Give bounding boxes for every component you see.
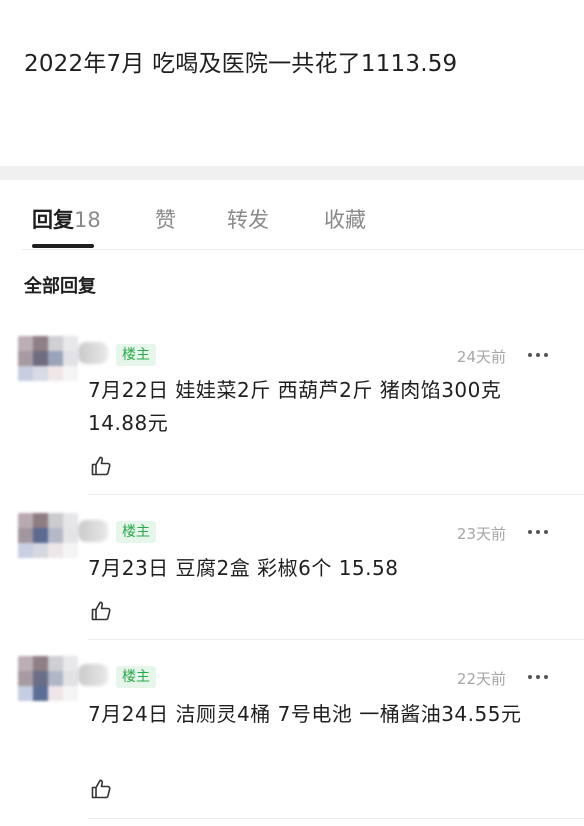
reply-content: 7月24日 洁厕灵4桶 7号电池 一桶酱油34.55元 (88, 702, 522, 726)
op-badge: 楼主 (116, 344, 156, 366)
thumbs-up-icon[interactable] (90, 454, 114, 478)
post-title: 2022年7月 吃喝及医院一共花了1113.59 (24, 51, 458, 77)
more-horizontal-icon[interactable] (526, 527, 550, 537)
op-badge: 楼主 (116, 521, 156, 543)
reply-time: 22天前 (456, 670, 506, 688)
section-separator (0, 166, 584, 180)
tab-reposts[interactable]: 转发 (227, 204, 269, 234)
section-title: 全部回复 (24, 276, 96, 297)
active-tab-indicator (32, 244, 94, 248)
username-blurred[interactable] (78, 520, 108, 542)
reply-divider (88, 639, 584, 640)
tab-replies-count: 18 (74, 208, 101, 232)
tab-bar: 回复18 赞 转发 收藏 (0, 180, 584, 250)
reply-divider (88, 494, 584, 495)
tab-replies[interactable]: 回复18 (32, 204, 101, 234)
op-badge: 楼主 (116, 666, 156, 688)
thumbs-up-icon[interactable] (90, 599, 114, 623)
reply-time: 23天前 (456, 525, 506, 543)
reply-time: 24天前 (456, 348, 506, 366)
tab-favorites[interactable]: 收藏 (324, 204, 366, 234)
username-blurred[interactable] (78, 664, 108, 686)
tab-likes[interactable]: 赞 (155, 204, 176, 234)
tabs-divider (22, 249, 584, 250)
username-blurred[interactable] (78, 342, 108, 364)
more-horizontal-icon[interactable] (526, 672, 550, 682)
more-horizontal-icon[interactable] (526, 350, 550, 360)
avatar[interactable] (18, 656, 78, 716)
reply-content: 7月22日 娃娃菜2斤 西葫芦2斤 猪肉馅300克 14.88元 (88, 378, 502, 435)
thumbs-up-icon[interactable] (90, 777, 114, 801)
tab-replies-label: 回复 (32, 208, 74, 232)
avatar[interactable] (18, 336, 78, 396)
reply-divider (88, 818, 584, 819)
reply-content: 7月23日 豆腐2盒 彩椒6个 15.58 (88, 556, 399, 580)
avatar[interactable] (18, 513, 78, 573)
